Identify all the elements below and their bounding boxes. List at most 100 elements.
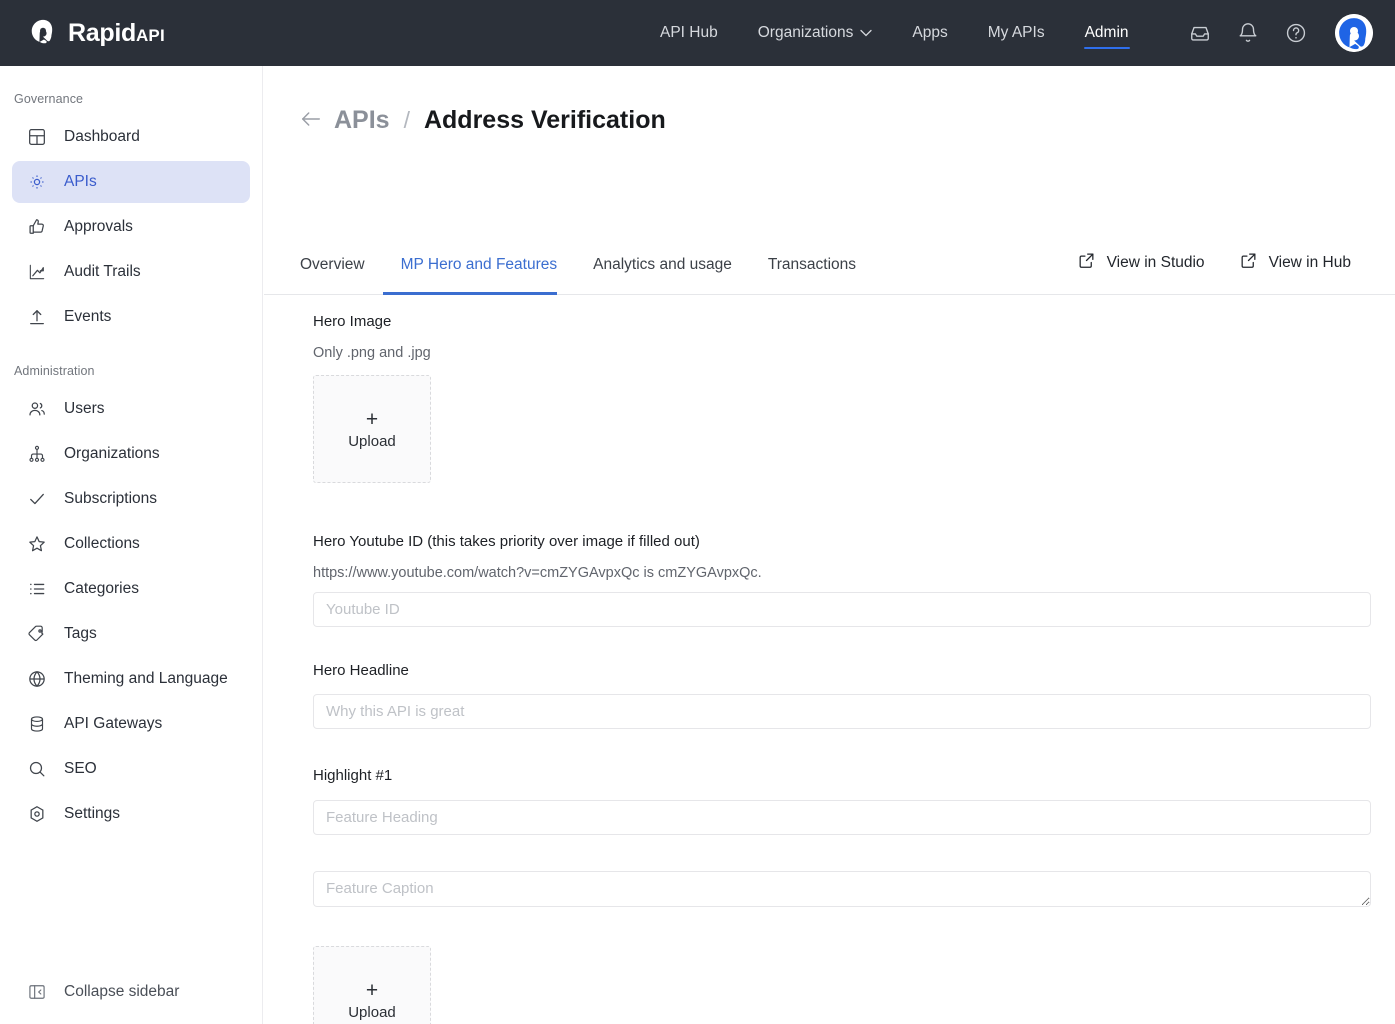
view-in-studio-label: View in Studio (1106, 254, 1205, 271)
sidebar-item-label: Events (64, 308, 112, 325)
main-content: APIs / Address Verification Overview MP … (264, 66, 1395, 1024)
brand-logo[interactable]: RapidAPI (28, 18, 165, 48)
tab-analytics-and-usage[interactable]: Analytics and usage (575, 256, 750, 295)
hero-headline-input[interactable] (313, 694, 1371, 729)
arrow-left-icon[interactable] (300, 110, 322, 132)
topnav-item-admin[interactable]: Admin (1065, 0, 1149, 66)
tab-mp-hero-and-features[interactable]: MP Hero and Features (382, 256, 576, 295)
tag-icon (26, 623, 48, 645)
topnav-label: API Hub (660, 24, 718, 41)
sidebar-item-label: Settings (64, 805, 121, 822)
top-bar: RapidAPI API Hub Organizations Apps My A… (0, 0, 1395, 66)
trending-up-icon (26, 261, 48, 283)
sidebar-item-users[interactable]: Users (12, 388, 250, 430)
sidebar-item-label: Subscriptions (64, 490, 158, 507)
sidebar-item-label: Tags (64, 625, 97, 642)
highlight-1-heading-input[interactable] (313, 800, 1371, 835)
sidebar: Governance Dashboard APIs Approvals Audi… (0, 66, 263, 1024)
topnav-label: My APIs (987, 24, 1045, 41)
tab-label: MP Hero and Features (400, 256, 558, 273)
sidebar-item-seo[interactable]: SEO (12, 748, 250, 790)
sidebar-item-label: Categories (64, 580, 139, 597)
sidebar-item-label: APIs (64, 173, 97, 190)
sidebar-section-governance-label: Governance (14, 92, 84, 106)
brand-name: RapidAPI (68, 18, 165, 47)
users-icon (26, 398, 48, 420)
topnav-item-my-apis[interactable]: My APIs (968, 0, 1065, 66)
sidebar-item-dashboard[interactable]: Dashboard (12, 116, 250, 158)
hierarchy-icon (26, 443, 48, 465)
sidebar-item-events[interactable]: Events (12, 296, 250, 338)
view-in-studio-button[interactable]: View in Studio (1077, 251, 1205, 275)
sidebar-item-tags[interactable]: Tags (12, 613, 250, 655)
sidebar-item-organizations[interactable]: Organizations (12, 433, 250, 475)
sidebar-item-label: SEO (64, 760, 97, 777)
hero-youtube-id-input[interactable] (313, 592, 1371, 627)
tab-label: Analytics and usage (593, 256, 732, 273)
star-icon (26, 533, 48, 555)
topnav-item-api-hub[interactable]: API Hub (640, 0, 738, 66)
sidebar-item-label: Organizations (64, 445, 160, 462)
hero-image-label: Hero Image (313, 313, 392, 330)
hero-headline-label: Hero Headline (313, 662, 409, 679)
hero-image-group: Hero Image Only .png and .jpg + Upload (313, 313, 431, 483)
hero-youtube-group: Hero Youtube ID (this takes priority ove… (313, 533, 1371, 627)
collapse-sidebar-button[interactable]: Collapse sidebar (12, 971, 251, 1013)
topnav-item-apps[interactable]: Apps (892, 0, 967, 66)
tab-transactions[interactable]: Transactions (750, 256, 874, 295)
sidebar-item-label: API Gateways (64, 715, 163, 732)
hero-image-upload-label: Upload (348, 432, 396, 450)
page-title: Address Verification (423, 106, 666, 134)
check-icon (26, 488, 48, 510)
settings-icon (26, 803, 48, 825)
tab-label: Overview (300, 256, 365, 273)
tabs-bar: Overview MP Hero and Features Analytics … (264, 221, 1395, 295)
inbox-icon[interactable] (1187, 20, 1213, 46)
avatar[interactable] (1335, 14, 1373, 52)
sidebar-item-subscriptions[interactable]: Subscriptions (12, 478, 250, 520)
sidebar-item-label: Approvals (64, 218, 133, 235)
external-link-icon (1077, 251, 1096, 275)
view-in-hub-label: View in Hub (1268, 254, 1351, 271)
sidebar-item-audit-trails[interactable]: Audit Trails (12, 251, 250, 293)
sidebar-section-administration-label: Administration (14, 364, 95, 378)
help-circle-icon[interactable] (1283, 20, 1309, 46)
highlight-1-group: Highlight #1 + Upload (313, 767, 1371, 1024)
highlight-1-caption-textarea[interactable] (313, 871, 1371, 907)
sidebar-item-settings[interactable]: Settings (12, 793, 250, 835)
plus-icon: + (365, 407, 379, 431)
panel-collapse-icon (26, 981, 48, 1003)
sidebar-item-approvals[interactable]: Approvals (12, 206, 250, 248)
tab-actions: View in Studio View in Hub (1077, 251, 1351, 275)
bell-icon[interactable] (1235, 20, 1261, 46)
chevron-down-icon (860, 24, 873, 42)
collapse-sidebar-row: Collapse sidebar (0, 968, 263, 1016)
highlight-1-upload-button[interactable]: + Upload (313, 946, 431, 1024)
tab-overview[interactable]: Overview (300, 256, 383, 295)
sidebar-item-label: Dashboard (64, 128, 140, 145)
topnav-item-organizations[interactable]: Organizations (738, 0, 893, 66)
hero-and-features-form: Hero Image Only .png and .jpg + Upload H… (264, 295, 1395, 1024)
thumbs-up-icon (26, 216, 48, 238)
hero-headline-group: Hero Headline (313, 662, 1371, 729)
sidebar-item-api-gateways[interactable]: API Gateways (12, 703, 250, 745)
sidebar-item-theming-and-language[interactable]: Theming and Language (12, 658, 250, 700)
sidebar-item-apis[interactable]: APIs (12, 161, 250, 203)
highlight-1-label: Highlight #1 (313, 767, 393, 784)
view-in-hub-button[interactable]: View in Hub (1239, 251, 1351, 275)
tab-list: Overview MP Hero and Features Analytics … (300, 256, 874, 295)
breadcrumb-parent-link[interactable]: APIs (334, 106, 390, 135)
collapse-sidebar-label: Collapse sidebar (64, 983, 180, 1000)
top-navigation: API Hub Organizations Apps My APIs Admin (640, 0, 1149, 66)
sidebar-item-categories[interactable]: Categories (12, 568, 250, 610)
topnav-label: Apps (912, 24, 948, 41)
topnav-label: Admin (1084, 24, 1129, 41)
list-icon (26, 578, 48, 600)
sidebar-item-label: Audit Trails (64, 263, 141, 280)
globe-icon (26, 668, 48, 690)
database-icon (26, 713, 48, 735)
hero-image-upload-button[interactable]: + Upload (313, 375, 431, 483)
sidebar-item-collections[interactable]: Collections (12, 523, 250, 565)
hero-image-help: Only .png and .jpg (313, 345, 431, 361)
topnav-label: Organizations (757, 24, 854, 41)
